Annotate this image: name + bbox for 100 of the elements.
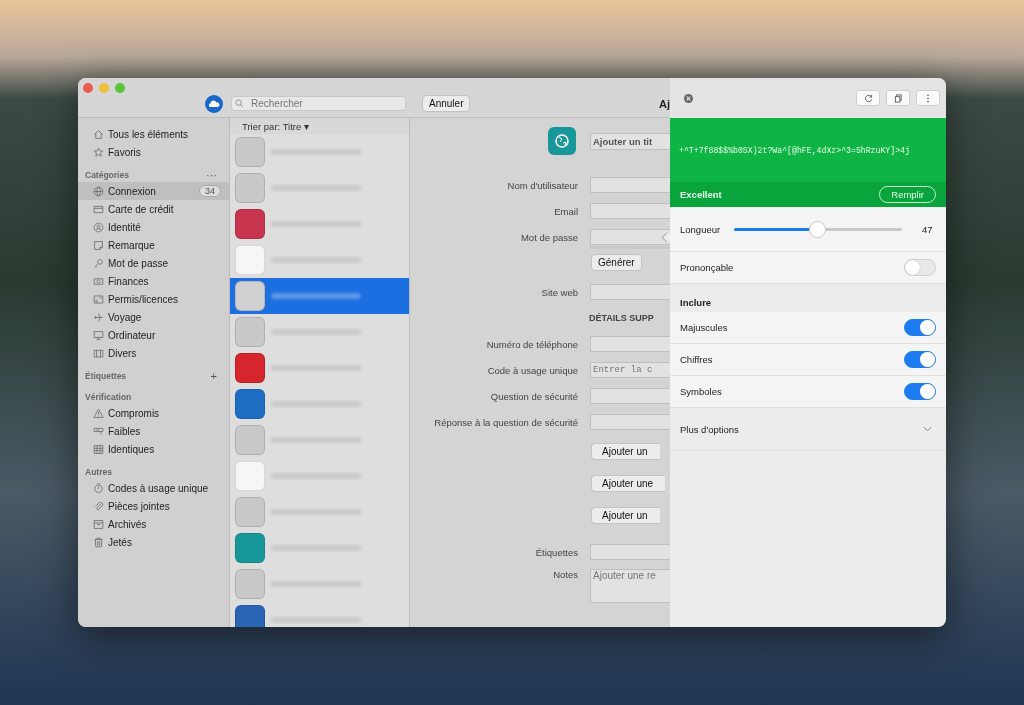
input-field[interactable]: Entrer la c xyxy=(590,362,670,378)
input-field[interactable] xyxy=(590,203,670,219)
sidebar-item[interactable]: Compromis xyxy=(78,404,229,422)
add-button[interactable]: Ajouter un xyxy=(591,442,660,460)
sidebar-item[interactable]: Identiques xyxy=(78,440,229,458)
section-action-button[interactable]: + xyxy=(210,371,217,381)
input-field[interactable] xyxy=(590,284,670,300)
refresh-icon xyxy=(863,93,873,103)
refresh-button[interactable] xyxy=(856,90,880,106)
section-heading: Étiquettes xyxy=(85,371,127,381)
slider-thumb[interactable] xyxy=(808,220,826,238)
more-button[interactable] xyxy=(916,90,940,106)
app-icon xyxy=(235,389,265,419)
sidebar-item[interactable]: Ordinateur xyxy=(78,326,229,344)
input-field[interactable] xyxy=(590,336,670,352)
app-icon xyxy=(235,461,265,491)
option-label: Symboles xyxy=(680,386,723,397)
input-field[interactable] xyxy=(590,229,670,245)
field-label: Nom d'utilisateur xyxy=(507,179,578,191)
app-icon xyxy=(235,569,265,599)
sidebar-item[interactable]: Pièces jointes xyxy=(78,497,229,515)
toggle-switch[interactable] xyxy=(904,351,936,368)
sidebar-item[interactable]: Tous les éléments xyxy=(78,125,229,143)
sidebar-item[interactable]: Favoris xyxy=(78,143,229,161)
add-button[interactable]: Ajouter une xyxy=(591,474,666,492)
sidebar-item[interactable]: Faibles xyxy=(78,422,229,440)
length-value: 47 xyxy=(922,223,934,235)
close-window-button[interactable] xyxy=(83,83,93,93)
trash-icon xyxy=(93,536,104,548)
sidebar-item[interactable]: Codes à usage unique xyxy=(78,479,229,497)
field-label: Code à usage unique xyxy=(487,364,578,376)
search-icon xyxy=(235,99,244,108)
app-icon xyxy=(235,281,265,311)
section-heading: Autres xyxy=(85,467,112,477)
option-label: Longueur xyxy=(680,223,722,235)
sidebar-item[interactable]: Connexion 34 xyxy=(78,182,229,200)
sort-menu[interactable]: Trier par: Titre ▾ xyxy=(230,118,409,134)
app-icon xyxy=(235,209,265,239)
close-icon[interactable] xyxy=(684,93,693,103)
count-badge: 34 xyxy=(199,185,221,197)
sidebar-item[interactable]: Archivés xyxy=(78,515,229,533)
field-label: Site web xyxy=(541,286,578,298)
toggle-switch[interactable] xyxy=(904,319,936,336)
section-heading: Inclure xyxy=(680,297,712,308)
sidebar-item[interactable]: Remarque xyxy=(78,236,229,254)
copy-icon xyxy=(893,93,903,103)
input-field[interactable] xyxy=(590,414,670,430)
sidebar-item[interactable]: Permis/licences xyxy=(78,290,229,308)
field-label: Numéro de téléphone xyxy=(486,338,578,350)
section-heading: DÉTAILS SUPP xyxy=(589,313,654,323)
section-heading: Catégories xyxy=(85,170,129,180)
chevron-down-icon xyxy=(923,426,932,432)
minimize-window-button[interactable] xyxy=(99,83,109,93)
sidebar-item[interactable]: Identité xyxy=(78,218,229,236)
add-button[interactable]: Ajouter un xyxy=(591,506,660,524)
app-icon xyxy=(235,605,265,627)
input-field[interactable] xyxy=(590,388,670,404)
globe-icon xyxy=(548,127,576,155)
cabinet-icon xyxy=(93,347,104,359)
generate-button[interactable]: Générer xyxy=(591,253,642,271)
sidebar-item[interactable]: Voyage xyxy=(78,308,229,326)
app-icon xyxy=(235,533,265,563)
option-label: Prononçable xyxy=(680,262,735,273)
title-field[interactable]: Ajouter un tit xyxy=(590,132,670,150)
strength-label: Excellent xyxy=(680,189,722,200)
credit-card-icon xyxy=(93,203,104,215)
zoom-window-button[interactable] xyxy=(115,83,125,93)
app-icon xyxy=(235,497,265,527)
list-item[interactable] xyxy=(230,278,409,314)
cancel-button[interactable]: Annuler xyxy=(422,95,471,112)
field-label: Email xyxy=(554,205,578,217)
sidebar-item[interactable]: Jetés xyxy=(78,533,229,551)
more-icon xyxy=(926,93,930,103)
key-icon xyxy=(93,257,104,269)
app-icon xyxy=(235,353,265,383)
option-label: Majuscules xyxy=(680,322,729,333)
paperclip-icon xyxy=(93,500,104,512)
toggle-switch[interactable] xyxy=(904,383,936,400)
input-field[interactable] xyxy=(590,177,670,193)
generated-password: +^T+7f88$$%b0SX)2t?Wa^[@hFE,4dXz>^3=5hRzuKY]>4j xyxy=(679,145,910,155)
cloud-icon[interactable] xyxy=(205,94,223,113)
sidebar-item[interactable]: Mot de passe xyxy=(78,254,229,272)
section-action-button[interactable]: ··· xyxy=(206,170,217,180)
copy-button[interactable] xyxy=(886,90,910,106)
input-field[interactable] xyxy=(590,544,670,560)
field-label: Notes xyxy=(553,569,578,580)
search-field[interactable]: Rechercher xyxy=(231,96,406,111)
notes-field[interactable]: Ajouter une re xyxy=(590,569,670,603)
app-icon xyxy=(235,425,265,455)
globe-icon xyxy=(93,185,104,197)
house-icon xyxy=(93,128,104,140)
sidebar-item[interactable]: Divers xyxy=(78,344,229,362)
field-label: Question de sécurité xyxy=(490,390,578,402)
plane-icon xyxy=(93,311,104,323)
star-icon xyxy=(93,146,104,158)
sidebar-item[interactable]: Finances xyxy=(78,272,229,290)
sidebar-item[interactable]: Carte de crédit xyxy=(78,200,229,218)
grid-icon xyxy=(93,443,104,455)
warning-icon xyxy=(93,407,104,419)
app-icon xyxy=(235,245,265,275)
